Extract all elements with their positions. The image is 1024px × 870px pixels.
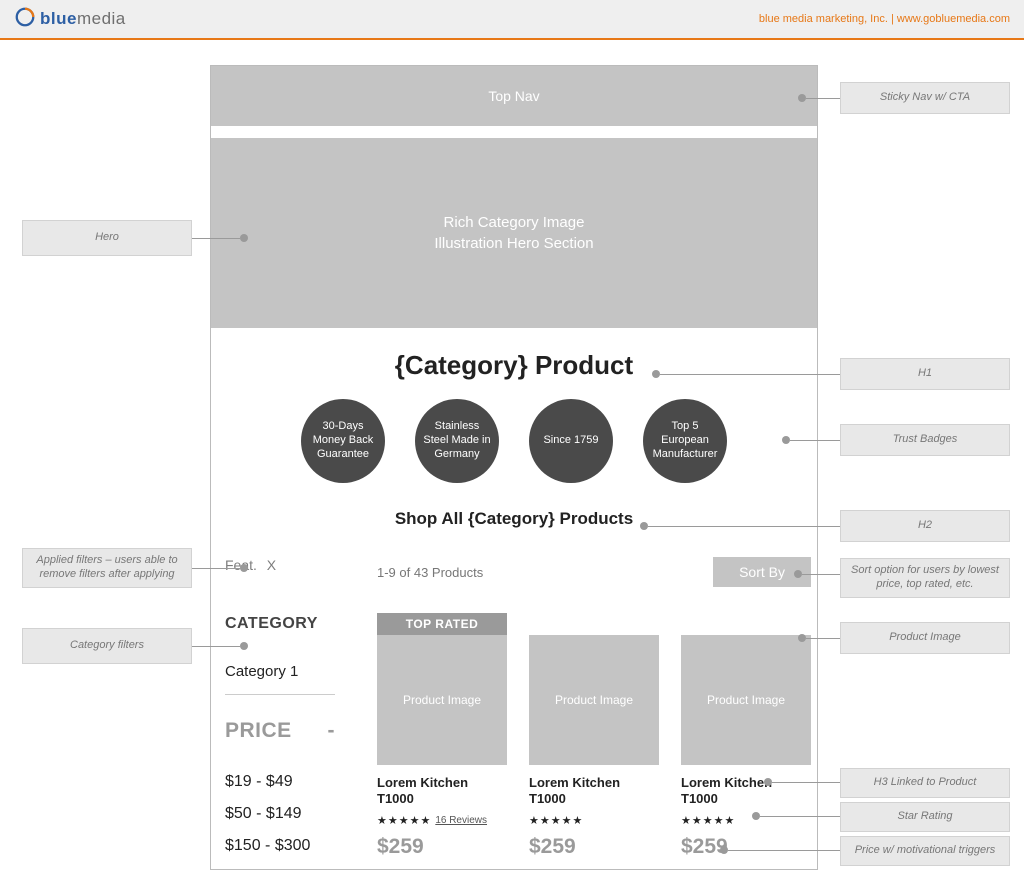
price-heading[interactable]: PRICE -: [225, 719, 335, 743]
product-image-placeholder: Product Image: [681, 635, 811, 765]
product-image-placeholder: Product Image: [529, 635, 659, 765]
product-card[interactable]: TOP RATED Product Image Lorem Kitchen T1…: [377, 613, 507, 859]
ann-line: [806, 98, 840, 99]
ann-h2: H2: [840, 510, 1010, 542]
star-icon: ★★★★★: [529, 814, 583, 827]
star-rating: ★★★★★: [529, 814, 659, 827]
ann-sticky-nav: Sticky Nav w/ CTA: [840, 82, 1010, 114]
product-title[interactable]: Lorem Kitchen T1000: [681, 775, 811, 808]
collapse-icon[interactable]: -: [328, 719, 336, 743]
trust-badge: Stainless Steel Made in Germany: [415, 399, 499, 483]
trust-badge: Since 1759: [529, 399, 613, 483]
ann-sort: Sort option for users by lowest price, t…: [840, 558, 1010, 598]
ann-dot: [794, 570, 802, 578]
category-filter-item[interactable]: Category 1: [225, 663, 365, 680]
trust-badge: 30-Days Money Back Guarantee: [301, 399, 385, 483]
ann-dot: [240, 564, 248, 572]
ann-line: [192, 646, 240, 647]
ann-line: [192, 568, 240, 569]
product-card[interactable]: Product Image Lorem Kitchen T1000 ★★★★★ …: [529, 613, 659, 859]
product-price: $259: [377, 835, 507, 859]
result-count: 1-9 of 43 Products: [377, 565, 483, 580]
ann-h1: H1: [840, 358, 1010, 390]
page-header: bluemedia blue media marketing, Inc. | w…: [0, 0, 1024, 40]
price-heading-label: PRICE: [225, 719, 292, 743]
product-card[interactable]: Product Image Lorem Kitchen T1000 ★★★★★ …: [681, 613, 811, 859]
ann-line: [728, 850, 840, 851]
trust-badge: Top 5 European Manufacturer: [643, 399, 727, 483]
ann-dot: [764, 778, 772, 786]
top-rated-badge: TOP RATED: [377, 613, 507, 635]
price-range-option[interactable]: $150 - $300: [225, 837, 365, 855]
price-range-option[interactable]: $50 - $149: [225, 805, 365, 823]
ann-trust: Trust Badges: [840, 424, 1010, 456]
product-price: $259: [681, 835, 811, 859]
hero-line1: Rich Category Image: [444, 212, 585, 233]
product-image-placeholder: Product Image: [377, 635, 507, 765]
close-icon[interactable]: X: [267, 557, 276, 573]
filter-divider: [225, 694, 335, 695]
ann-dot: [240, 234, 248, 242]
product-grid: TOP RATED Product Image Lorem Kitchen T1…: [377, 613, 811, 859]
logo: bluemedia: [14, 6, 126, 33]
category-heading: CATEGORY: [225, 615, 365, 633]
price-range-option[interactable]: $19 - $49: [225, 773, 365, 791]
ann-dot: [782, 436, 790, 444]
ann-dot: [798, 94, 806, 102]
ann-applied-filters: Applied filters – users able to remove f…: [22, 548, 192, 588]
page-title: {Category} Product: [211, 350, 817, 381]
logo-text: bluemedia: [40, 9, 126, 29]
ann-line: [802, 574, 840, 575]
trust-badges-row: 30-Days Money Back Guarantee Stainless S…: [211, 399, 817, 483]
ann-dot: [720, 846, 728, 854]
ann-category-filters: Category filters: [22, 628, 192, 664]
grid-toolbar: 1-9 of 43 Products Sort By: [377, 557, 811, 587]
star-rating: ★★★★★ 16 Reviews: [377, 814, 507, 827]
ann-line: [660, 374, 840, 375]
top-nav-label: Top Nav: [488, 88, 539, 104]
ann-line: [648, 526, 840, 527]
product-grid-area: 1-9 of 43 Products Sort By TOP RATED Pro…: [365, 557, 811, 869]
ann-product-image: Product Image: [840, 622, 1010, 654]
filters-sidebar: Feat. X CATEGORY Category 1 PRICE - $19 …: [225, 557, 365, 869]
reviews-link[interactable]: 16 Reviews: [435, 815, 487, 826]
ann-line: [806, 638, 840, 639]
product-price: $259: [529, 835, 659, 859]
ann-dot: [798, 634, 806, 642]
content-row: Feat. X CATEGORY Category 1 PRICE - $19 …: [211, 557, 817, 869]
hero-block: Rich Category Image Illustration Hero Se…: [211, 138, 817, 328]
ann-dot: [652, 370, 660, 378]
ann-dot: [240, 642, 248, 650]
logo-swirl-icon: [14, 6, 36, 33]
wireframe-canvas: Top Nav Rich Category Image Illustration…: [210, 65, 818, 870]
product-title[interactable]: Lorem Kitchen T1000: [377, 775, 507, 808]
ann-dot: [640, 522, 648, 530]
ann-line: [790, 440, 840, 441]
ann-h3: H3 Linked to Product: [840, 768, 1010, 798]
header-right-text: blue media marketing, Inc. | www.gobluem…: [759, 13, 1010, 25]
ann-line: [772, 782, 840, 783]
star-icon: ★★★★★: [377, 814, 431, 827]
ann-stars: Star Rating: [840, 802, 1010, 832]
ann-dot: [752, 812, 760, 820]
ann-hero: Hero: [22, 220, 192, 256]
ann-line: [192, 238, 240, 239]
ann-line: [760, 816, 840, 817]
product-title[interactable]: Lorem Kitchen T1000: [529, 775, 659, 808]
hero-line2: Illustration Hero Section: [434, 233, 593, 254]
top-nav-block[interactable]: Top Nav: [211, 66, 817, 126]
star-icon: ★★★★★: [681, 814, 735, 827]
ann-price: Price w/ motivational triggers: [840, 836, 1010, 866]
